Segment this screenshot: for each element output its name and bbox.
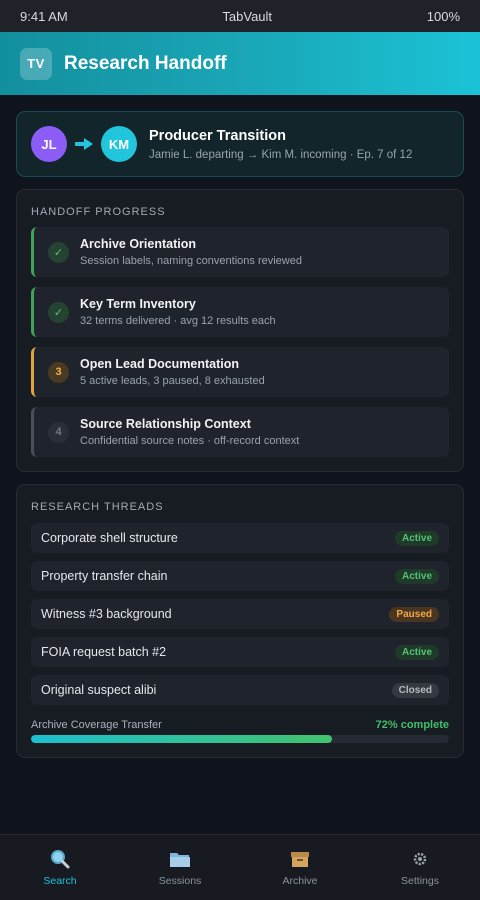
page-title: Research Handoff — [64, 52, 227, 74]
handoff-progress-heading: HANDOFF PROGRESS — [31, 206, 166, 218]
magnifier-icon — [51, 850, 70, 869]
arrow-right-icon — [75, 138, 93, 150]
transition-subtitle: Jamie L. departing → Kim M. incoming · E… — [149, 148, 413, 161]
step-number-badge: 4 — [48, 421, 69, 443]
gear-icon — [413, 852, 427, 866]
step-desc: Confidential source notes · off-record c… — [80, 435, 300, 447]
check-icon: ✓ — [48, 241, 69, 263]
tab-label: Settings — [401, 875, 439, 887]
step-desc: Session labels, naming conventions revie… — [80, 255, 302, 267]
tab-settings[interactable]: Settings — [360, 835, 480, 900]
step-title: Archive Orientation — [80, 237, 196, 251]
status-app-name: TabVault — [222, 8, 273, 24]
tab-sessions[interactable]: Sessions — [120, 835, 240, 900]
handoff-progress-panel: HANDOFF PROGRESS ✓ Archive Orientation S… — [16, 189, 464, 472]
step-archive-orientation[interactable]: ✓ Archive Orientation Session labels, na… — [31, 227, 449, 277]
tab-archive[interactable]: Archive — [240, 835, 360, 900]
thread-row[interactable]: Original suspect alibi Closed — [31, 675, 449, 705]
step-desc: 32 terms delivered · avg 12 results each — [80, 315, 276, 327]
thread-name: Corporate shell structure — [41, 531, 178, 545]
step-desc: 5 active leads, 3 paused, 8 exhausted — [80, 375, 265, 387]
thread-row[interactable]: Corporate shell structure Active — [31, 523, 449, 553]
thread-row[interactable]: Property transfer chain Active — [31, 561, 449, 591]
coverage-label: Archive Coverage Transfer — [31, 719, 162, 731]
thread-name: Witness #3 background — [41, 607, 172, 621]
archive-box-icon — [291, 852, 309, 867]
status-badge: Paused — [389, 606, 439, 622]
check-icon: ✓ — [48, 301, 69, 323]
app-logo[interactable]: TV — [20, 47, 52, 80]
status-battery: 100% — [426, 8, 460, 24]
tab-label: Sessions — [158, 875, 202, 887]
producer-transition-card[interactable]: JL KM Producer Transition Jamie L. depar… — [16, 111, 464, 177]
thread-name: Original suspect alibi — [41, 683, 157, 697]
step-number-badge: 3 — [48, 361, 69, 383]
status-badge: Active — [394, 568, 439, 584]
thread-name: FOIA request batch #2 — [41, 645, 167, 659]
coverage-value: 72% complete — [375, 719, 449, 731]
status-badge: Active — [394, 530, 439, 546]
tab-label: Search — [43, 875, 77, 887]
status-badge: Active — [394, 644, 439, 660]
avatar-incoming: KM — [101, 126, 137, 162]
coverage-progress-bar — [31, 735, 449, 743]
status-bar: 9:41 AM TabVault 100% — [0, 0, 480, 32]
step-key-term-inventory[interactable]: ✓ Key Term Inventory 32 terms delivered … — [31, 287, 449, 337]
app-header: TV Research Handoff — [0, 32, 480, 95]
coverage-progress-fill — [31, 735, 332, 743]
research-threads-panel: RESEARCH THREADS Corporate shell structu… — [16, 484, 464, 758]
status-time: 9:41 AM — [20, 8, 68, 24]
status-badge: Closed — [391, 682, 439, 698]
folder-icon — [170, 853, 190, 867]
avatar-departing: JL — [31, 126, 67, 162]
tab-label: Archive — [282, 875, 318, 887]
tab-search[interactable]: Search — [0, 835, 120, 900]
bottom-tab-bar: Search Sessions Archive Settings — [0, 834, 480, 900]
step-source-relationship-context[interactable]: 4 Source Relationship Context Confidenti… — [31, 407, 449, 457]
step-title: Key Term Inventory — [80, 297, 196, 311]
step-open-lead-documentation[interactable]: 3 Open Lead Documentation 5 active leads… — [31, 347, 449, 397]
step-title: Open Lead Documentation — [80, 357, 240, 371]
step-title: Source Relationship Context — [80, 417, 251, 431]
research-threads-heading: RESEARCH THREADS — [31, 501, 164, 513]
transition-title: Producer Transition — [149, 127, 286, 144]
thread-row[interactable]: FOIA request batch #2 Active — [31, 637, 449, 667]
thread-name: Property transfer chain — [41, 569, 168, 583]
transition-text: Producer Transition Jamie L. departing →… — [149, 128, 412, 161]
thread-row[interactable]: Witness #3 background Paused — [31, 599, 449, 629]
